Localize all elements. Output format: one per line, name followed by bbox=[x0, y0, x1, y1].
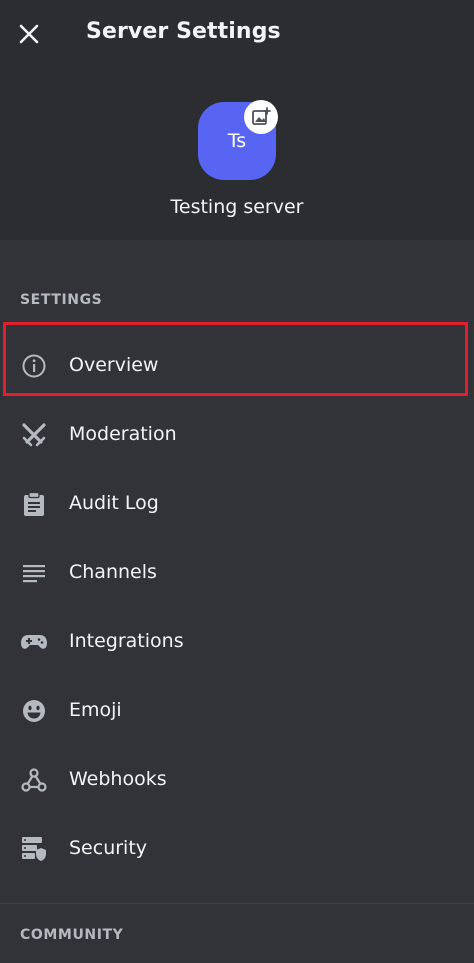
settings-section-header: SETTINGS bbox=[20, 292, 103, 308]
smiley-icon bbox=[20, 697, 48, 725]
nav-item-webhooks[interactable]: Webhooks bbox=[0, 748, 474, 812]
nav-item-overview[interactable]: Overview bbox=[0, 334, 474, 398]
nav-item-moderation[interactable]: Moderation bbox=[0, 403, 474, 467]
community-section-header: COMMUNITY bbox=[20, 927, 124, 943]
nav-item-integrations[interactable]: Integrations bbox=[0, 610, 474, 674]
nav-item-label: Integrations bbox=[69, 630, 184, 652]
upload-image-button[interactable] bbox=[244, 100, 278, 134]
nav-item-label: Overview bbox=[69, 354, 159, 376]
app-header: Server Settings bbox=[0, 0, 474, 70]
nav-item-label: Moderation bbox=[69, 423, 177, 445]
server-shield-icon bbox=[20, 835, 48, 863]
clipboard-icon bbox=[20, 490, 48, 518]
close-button[interactable] bbox=[10, 15, 48, 53]
server-name: Testing server bbox=[170, 196, 304, 218]
nav-item-label: Emoji bbox=[69, 699, 122, 721]
webhook-icon bbox=[20, 766, 48, 794]
add-image-icon bbox=[252, 107, 271, 125]
close-icon bbox=[19, 24, 39, 44]
nav-item-emoji[interactable]: Emoji bbox=[0, 679, 474, 743]
gamepad-icon bbox=[20, 628, 48, 656]
nav-item-security[interactable]: Security bbox=[0, 817, 474, 881]
nav-item-label: Channels bbox=[69, 561, 157, 583]
swords-icon bbox=[20, 421, 48, 449]
section-divider bbox=[0, 903, 474, 904]
nav-item-label: Webhooks bbox=[69, 768, 167, 790]
nav-item-audit-log[interactable]: Audit Log bbox=[0, 472, 474, 536]
server-panel: Ts Testing server bbox=[0, 70, 474, 240]
server-initials: Ts bbox=[227, 130, 247, 152]
nav-item-channels[interactable]: Channels bbox=[0, 541, 474, 605]
page-title: Server Settings bbox=[86, 19, 281, 44]
lines-icon bbox=[20, 559, 48, 587]
nav-item-label: Security bbox=[69, 837, 148, 859]
info-icon bbox=[20, 352, 48, 380]
nav-item-label: Audit Log bbox=[69, 492, 159, 514]
